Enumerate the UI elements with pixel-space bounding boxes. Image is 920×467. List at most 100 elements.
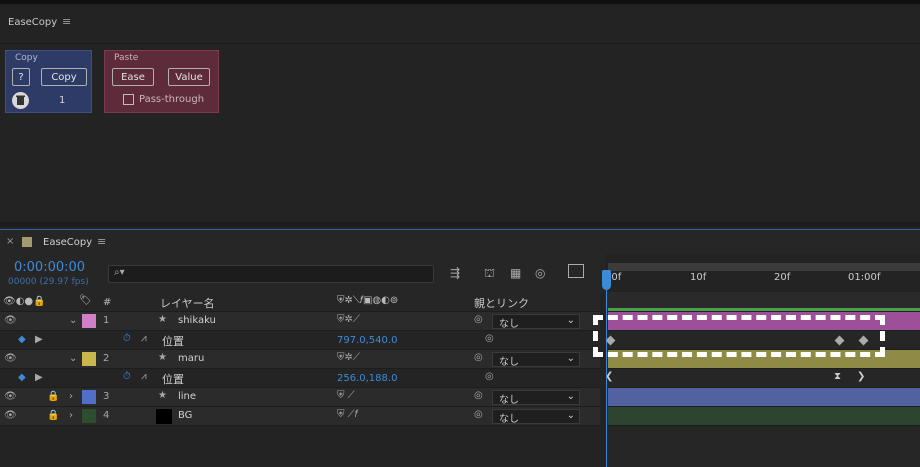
parent-dropdown[interactable]: なし ⌄ xyxy=(492,352,580,368)
layer-track-bar[interactable] xyxy=(608,407,920,426)
help-button[interactable]: ? xyxy=(12,68,30,86)
lock-icon[interactable]: 🔒 xyxy=(47,391,59,402)
keyframe-nav-icon[interactable]: ◆ xyxy=(18,372,26,383)
parent-value: なし xyxy=(499,357,519,368)
layer-switches-icons[interactable]: ⛨✲⟋ xyxy=(337,352,360,363)
stopwatch-icon[interactable]: ⏱ xyxy=(123,333,131,344)
tab-menu-icon[interactable]: ≡ xyxy=(97,235,106,248)
close-tab-icon[interactable]: × xyxy=(6,236,14,247)
layer-label-swatch[interactable] xyxy=(82,314,96,328)
parent-value: なし xyxy=(499,319,519,330)
parent-value: なし xyxy=(499,414,519,425)
parent-value: なし xyxy=(499,395,519,406)
parent-dropdown[interactable]: なし ⌄ xyxy=(492,409,580,425)
property-row[interactable]: ◆ ▶ ⏱ ⩘ 位置 256.0,188.0 ◎ xyxy=(0,369,600,388)
copy-count: 1 xyxy=(59,95,66,106)
property-value[interactable]: 797.0,540.0 xyxy=(337,335,397,346)
layer-switches-icons[interactable]: ⛨✲⟋ xyxy=(337,314,360,325)
pickwhip-icon[interactable]: ◎ xyxy=(474,390,483,401)
chevron-right-icon[interactable]: › xyxy=(69,410,73,421)
property-name: 位置 xyxy=(162,335,184,348)
pickwhip-icon[interactable]: ◎ xyxy=(474,409,483,420)
chevron-right-icon[interactable]: › xyxy=(69,391,73,402)
work-area-lane xyxy=(605,292,920,308)
layer-name[interactable]: maru xyxy=(178,353,204,364)
number-column-header: # xyxy=(103,297,112,308)
comp-flowchart-icon[interactable]: ⇶ xyxy=(450,266,460,280)
composition-icon xyxy=(22,237,32,247)
value-button[interactable]: Value xyxy=(168,68,210,86)
chevron-down-icon[interactable]: ⌄ xyxy=(69,353,77,364)
playhead-handle[interactable] xyxy=(602,270,611,290)
pickwhip-icon[interactable]: ◎ xyxy=(474,314,483,325)
copy-group-title: Copy xyxy=(15,53,38,63)
graph-editor-icon[interactable] xyxy=(568,264,584,278)
layer-name[interactable]: BG xyxy=(178,410,192,421)
graph-icon[interactable]: ⩘ xyxy=(141,333,147,344)
work-area-bar[interactable] xyxy=(608,263,920,271)
property-track xyxy=(608,369,920,388)
ease-keyframe-icon[interactable]: ❯ xyxy=(857,371,865,382)
trash-icon[interactable] xyxy=(12,92,29,109)
chevron-right-icon[interactable]: ▶ xyxy=(35,372,43,383)
panel-divider xyxy=(0,222,920,227)
keyframe-nav-icon[interactable]: ◆ xyxy=(18,334,26,345)
lock-icon[interactable]: 🔒 xyxy=(47,410,59,421)
parent-dropdown[interactable]: なし ⌄ xyxy=(492,314,580,330)
pass-through-label: Pass-through xyxy=(139,94,205,105)
layer-track-bar[interactable] xyxy=(608,388,920,407)
visibility-column-icon: 👁◐●🔒 xyxy=(3,296,46,307)
chevron-down-icon[interactable]: ⌄ xyxy=(69,315,77,326)
shape-layer-star-icon: ★ xyxy=(158,352,167,363)
layer-name[interactable]: line xyxy=(178,391,196,402)
playhead-line[interactable] xyxy=(606,270,607,467)
timeline-tab-title[interactable]: EaseCopy xyxy=(43,237,92,248)
paste-group-title: Paste xyxy=(114,53,139,63)
pickwhip-icon[interactable]: ◎ xyxy=(485,333,494,344)
timecode-display[interactable]: 0:00:00:00 xyxy=(14,260,85,275)
layer-row-1[interactable]: 👁 ⌄ 1 ★ shikaku ⛨✲⟋ ◎ なし ⌄ xyxy=(0,312,600,331)
ruler-label: 01:00f xyxy=(848,272,881,283)
layer-number: 2 xyxy=(103,353,110,364)
shy-layers-icon[interactable]: ⛫ xyxy=(484,266,495,282)
dashed-highlight-box xyxy=(593,315,885,357)
layer-search-input[interactable]: ⌕▾ xyxy=(108,265,434,283)
script-panel-header: EaseCopy ≡ xyxy=(0,4,920,44)
ease-keyframe-icon[interactable]: ⧗ xyxy=(834,371,841,382)
property-value[interactable]: 256.0,188.0 xyxy=(337,373,397,384)
eye-icon[interactable]: 👁 xyxy=(4,391,17,402)
layer-name[interactable]: shikaku xyxy=(178,315,216,326)
label-column-icon: 🏷 xyxy=(79,295,92,306)
chevron-right-icon[interactable]: ▶ xyxy=(35,334,43,345)
layer-switches-icons[interactable]: ⛨ ⟋𝑓 xyxy=(337,409,358,420)
ease-button[interactable]: Ease xyxy=(112,68,154,86)
layer-label-swatch[interactable] xyxy=(82,390,96,404)
eye-icon[interactable]: 👁 xyxy=(4,353,17,364)
layer-label-swatch[interactable] xyxy=(82,352,96,366)
parent-dropdown[interactable]: なし ⌄ xyxy=(492,390,580,406)
layer-row-2[interactable]: 👁 ⌄ 2 ★ maru ⛨✲⟋ ◎ なし ⌄ xyxy=(0,350,600,369)
layer-column-header: 👁◐●🔒 🏷 # レイヤー名 ⛨✲⟍𝑓▣◍◐⊚ 親とリンク xyxy=(0,292,600,312)
layer-number: 4 xyxy=(103,410,110,421)
layer-row-4[interactable]: 👁 🔒 › 4 BG ⛨ ⟋𝑓 ◎ なし ⌄ xyxy=(0,407,600,426)
stopwatch-icon[interactable]: ⏱ xyxy=(123,371,131,382)
pass-through-checkbox[interactable] xyxy=(123,94,134,105)
pickwhip-icon[interactable]: ◎ xyxy=(485,371,494,382)
layer-switches-icons[interactable]: ⛨ ⟋ xyxy=(337,390,355,401)
paste-group: Paste Ease Value Pass-through xyxy=(104,50,219,113)
layer-row-3[interactable]: 👁 🔒 › 3 ★ line ⛨ ⟋ ◎ なし ⌄ xyxy=(0,388,600,407)
ruler-label: 10f xyxy=(690,272,707,283)
graph-icon[interactable]: ⩘ xyxy=(141,371,147,382)
frame-blending-icon[interactable]: ▦ xyxy=(510,266,521,280)
hamburger-menu-icon[interactable]: ≡ xyxy=(62,15,71,28)
property-row[interactable]: ◆ ▶ ⏱ ⩘ 位置 797.0,540.0 ◎ xyxy=(0,331,600,350)
copy-button[interactable]: Copy xyxy=(41,68,87,86)
motion-blur-icon[interactable]: ◎ xyxy=(535,266,545,280)
layer-label-swatch[interactable] xyxy=(82,409,96,423)
solid-layer-thumbnail xyxy=(156,409,172,424)
layer-name-column-header[interactable]: レイヤー名 xyxy=(160,295,215,311)
pickwhip-icon[interactable]: ◎ xyxy=(474,352,483,363)
eye-icon[interactable]: 👁 xyxy=(4,410,17,421)
eye-icon[interactable]: 👁 xyxy=(4,315,17,326)
fps-readout: 00000 (29.97 fps) xyxy=(8,277,89,287)
